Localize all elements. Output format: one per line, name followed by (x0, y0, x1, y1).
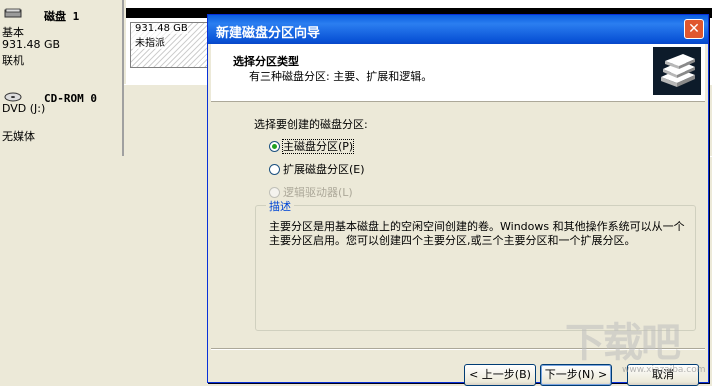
close-button[interactable]: ✕ (684, 19, 704, 39)
radio-selected-icon (269, 140, 280, 152)
header-title: 选择分区类型 (233, 55, 299, 68)
radio-primary-partition[interactable]: 主磁盘分区(P) (269, 138, 355, 154)
cdrom-title: CD-ROM 0 (44, 92, 97, 105)
watermark-url: www.xiazaiba.com (622, 365, 706, 375)
description-legend: 描述 (266, 198, 294, 214)
radio-extended-label: 扩展磁盘分区(E) (283, 163, 365, 176)
disk-1-status: 联机 (2, 54, 24, 67)
cdrom-media: 无媒体 (2, 130, 35, 143)
empty-disk-area (0, 156, 210, 384)
disk-stack-icon (653, 47, 701, 95)
cdrom-icon (4, 92, 22, 102)
cdrom-drive: DVD (J:) (2, 102, 46, 115)
back-button[interactable]: < 上一步(B) (464, 364, 536, 386)
header-subtitle: 有三种磁盘分区: 主要、扩展和逻辑。 (249, 70, 433, 83)
radio-disabled-icon (269, 186, 280, 198)
hard-disk-icon (4, 8, 22, 18)
radio-unselected-icon (269, 163, 280, 175)
cdrom-label-panel[interactable]: CD-ROM 0 DVD (J:) 无媒体 (0, 84, 124, 156)
disk-1-size: 931.48 GB (2, 38, 61, 51)
unallocated-volume[interactable]: 931.48 GB 未指派 (130, 22, 210, 68)
radio-primary-label: 主磁盘分区(P) (281, 139, 355, 154)
close-icon: ✕ (688, 21, 700, 37)
disk-1-title: 磁盘 1 (44, 10, 80, 23)
unallocated-size: 931.48 GB (131, 23, 188, 34)
title-bar[interactable]: 新建磁盘分区向导 ✕ (208, 15, 708, 44)
window-title: 新建磁盘分区向导 (216, 26, 321, 41)
unallocated-label: 未指派 (131, 34, 165, 49)
watermark-logo: 下载吧 (565, 320, 681, 366)
wizard-header: 选择分区类型 有三种磁盘分区: 主要、扩展和逻辑。 (211, 44, 705, 102)
disk-1-label-panel[interactable]: 磁盘 1 基本 931.48 GB 联机 (0, 0, 124, 84)
radio-extended-partition[interactable]: 扩展磁盘分区(E) (269, 161, 365, 177)
partition-prompt: 选择要创建的磁盘分区: (254, 118, 368, 131)
description-text: 主要分区是用基本磁盘上的空闲空间创建的卷。Windows 和其他操作系统可以从一… (269, 220, 685, 247)
